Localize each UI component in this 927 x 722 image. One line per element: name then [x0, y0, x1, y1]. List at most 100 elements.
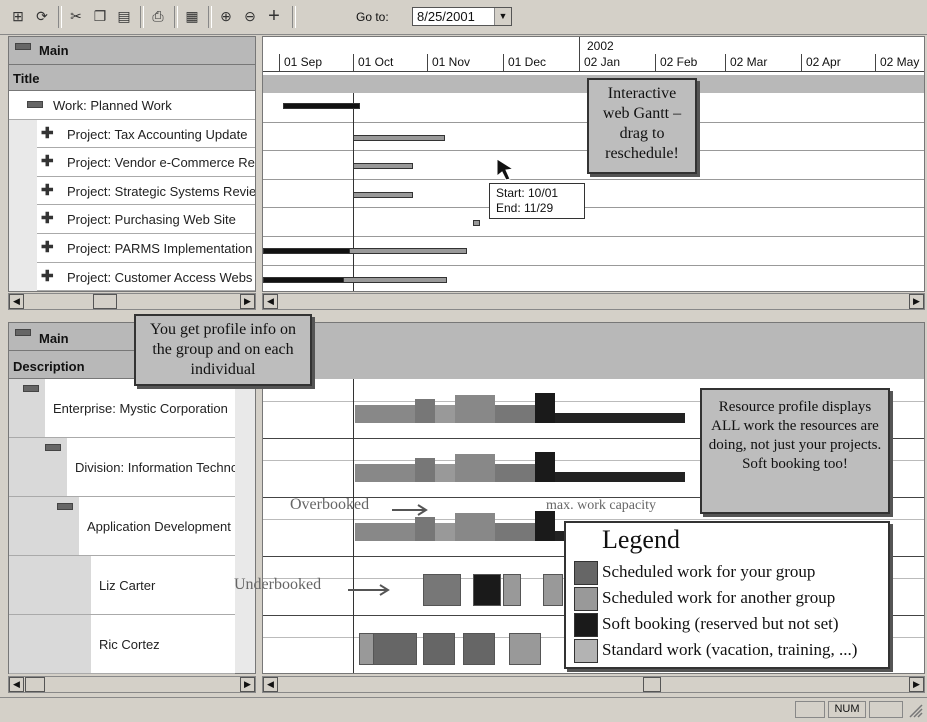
- row-indent: [9, 556, 91, 615]
- scroll-left-icon[interactable]: ◀: [9, 294, 24, 309]
- resource-row[interactable]: Enterprise: Mystic Corporation: [45, 379, 235, 438]
- collapse-icon[interactable]: [23, 385, 39, 392]
- task-bar[interactable]: [353, 135, 445, 141]
- task-row[interactable]: ✚ Project: Vendor e-Commerce Re: [37, 148, 255, 177]
- task-list-header-title[interactable]: Title: [9, 65, 255, 91]
- resource-row[interactable]: Ric Cortez: [91, 615, 235, 674]
- toolbar-separator: [292, 6, 296, 28]
- goto-label: Go to:: [356, 10, 389, 24]
- expand-icon[interactable]: ✚: [41, 267, 54, 285]
- scroll-right-icon[interactable]: ▶: [240, 294, 255, 309]
- toolbar-separator: [174, 6, 178, 28]
- task-row[interactable]: ✚ Project: Customer Access Webs: [37, 262, 255, 292]
- task-bar[interactable]: [263, 277, 345, 283]
- task-bar[interactable]: [353, 192, 413, 198]
- month-label: 01 Nov: [427, 54, 503, 71]
- expand-icon[interactable]: ✚: [41, 181, 54, 199]
- expand-icon[interactable]: ✚: [41, 124, 54, 142]
- profile-bar: [455, 395, 495, 423]
- profile-bar: [455, 454, 495, 482]
- profile-bar: [503, 574, 521, 606]
- task-list-header-main: Main: [9, 37, 255, 65]
- task-title: Project: Purchasing Web Site: [67, 212, 236, 228]
- task-list-hscrollbar[interactable]: ◀ ▶: [8, 293, 256, 310]
- expand-icon[interactable]: ✚: [41, 238, 54, 256]
- scroll-right-icon[interactable]: ▶: [909, 677, 924, 692]
- paste-icon[interactable]: ▤: [114, 6, 134, 26]
- task-row[interactable]: Work: Planned Work: [9, 91, 255, 120]
- status-bar: NUM: [0, 697, 927, 722]
- num-lock-indicator: NUM: [828, 701, 866, 718]
- cut-icon[interactable]: ✂: [66, 6, 86, 26]
- scroll-left-icon[interactable]: ◀: [263, 677, 278, 692]
- chevron-down-icon[interactable]: ▼: [494, 8, 511, 25]
- profile-bar: [543, 574, 563, 606]
- profile-bar: [435, 405, 455, 423]
- date-tooltip: Start: 10/01 End: 11/29: [489, 183, 585, 219]
- print-icon[interactable]: ⎙: [148, 6, 168, 26]
- toolbar-separator: [208, 6, 212, 28]
- gantt-hscrollbar[interactable]: ◀ ▶: [262, 293, 925, 310]
- today-line: [353, 379, 354, 673]
- profile-header: [263, 323, 924, 379]
- max-capacity-annotation: max. work capacity: [546, 498, 657, 513]
- copy-icon[interactable]: ❐: [90, 6, 110, 26]
- scroll-thumb[interactable]: [643, 677, 661, 692]
- scroll-left-icon[interactable]: ◀: [263, 294, 278, 309]
- profile-hscrollbar[interactable]: ◀ ▶: [262, 676, 925, 693]
- task-bar[interactable]: [263, 248, 351, 254]
- task-bar[interactable]: [353, 163, 413, 169]
- resize-grip-icon[interactable]: [906, 701, 924, 718]
- profile-bar: [355, 464, 415, 482]
- task-bar[interactable]: [283, 103, 360, 109]
- collapse-icon[interactable]: [45, 444, 61, 451]
- zoom-out-icon[interactable]: ⊖: [240, 6, 260, 26]
- month-label: 02 Feb: [655, 54, 725, 71]
- task-row[interactable]: ✚ Project: Purchasing Web Site: [37, 205, 255, 234]
- task-title: Project: Strategic Systems Revie: [67, 183, 255, 199]
- resource-row[interactable]: Application Development: [79, 497, 235, 556]
- scroll-thumb[interactable]: [93, 294, 117, 309]
- task-row[interactable]: ✚ Project: Tax Accounting Update: [37, 119, 255, 149]
- task-row[interactable]: ✚ Project: PARMS Implementation: [37, 234, 255, 263]
- header-main-label: Main: [39, 331, 69, 346]
- tooltip-start: Start: 10/01: [496, 186, 559, 200]
- resource-row[interactable]: Liz Carter: [91, 556, 235, 615]
- task-bar[interactable]: [343, 277, 447, 283]
- row-indent: [9, 497, 79, 556]
- underbooked-annotation: Underbooked: [234, 576, 322, 593]
- tooltip-end: End: 11/29: [496, 201, 554, 215]
- expand-icon[interactable]: ✚: [41, 152, 54, 170]
- outline-icon[interactable]: ⊞: [8, 6, 28, 26]
- task-bar[interactable]: [473, 220, 480, 226]
- year-label: 2002: [587, 39, 614, 53]
- task-row[interactable]: ✚ Project: Strategic Systems Revie: [37, 176, 255, 206]
- arrow-icon: [392, 504, 428, 516]
- resource-name: Division: Information Techno: [75, 459, 235, 475]
- collapse-icon[interactable]: [57, 503, 73, 510]
- profile-bar: [495, 464, 535, 482]
- grid-line: [263, 207, 924, 209]
- scroll-right-icon[interactable]: ▶: [240, 677, 255, 692]
- resource-row[interactable]: Division: Information Techno: [67, 438, 235, 497]
- collapse-icon[interactable]: [27, 101, 43, 108]
- calculator-icon[interactable]: ▦: [182, 6, 202, 26]
- refresh-icon[interactable]: ⟳: [32, 6, 52, 26]
- collapse-icon[interactable]: [15, 329, 31, 336]
- add-icon[interactable]: +: [264, 5, 284, 27]
- goto-date-select[interactable]: 8/25/2001 ▼: [412, 7, 512, 26]
- scroll-left-icon[interactable]: ◀: [9, 677, 24, 692]
- task-bar[interactable]: [349, 248, 467, 254]
- profile-bar: [535, 393, 555, 423]
- zoom-in-icon[interactable]: ⊕: [216, 6, 236, 26]
- scroll-right-icon[interactable]: ▶: [909, 294, 924, 309]
- resource-list-hscrollbar[interactable]: ◀ ▶: [8, 676, 256, 693]
- scroll-thumb[interactable]: [25, 677, 45, 692]
- profile-bar: [423, 633, 455, 665]
- toolbar-separator: [58, 6, 62, 28]
- profile-bar: [355, 405, 415, 423]
- status-pane: [869, 701, 903, 718]
- profile-bar: [473, 574, 501, 606]
- collapse-icon[interactable]: [15, 43, 31, 50]
- expand-icon[interactable]: ✚: [41, 209, 54, 227]
